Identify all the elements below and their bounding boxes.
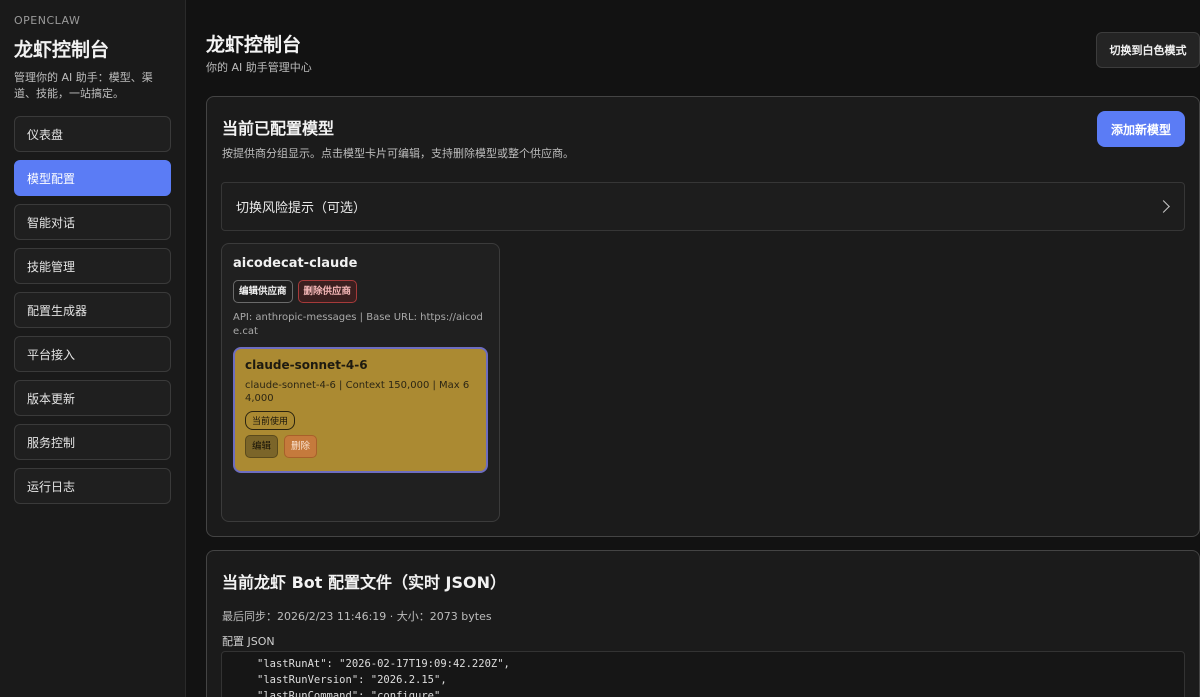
provider-name: aicodecat-claude xyxy=(233,256,358,271)
json-line: "lastRunVersion": "2026.2.15", xyxy=(257,674,447,686)
main-content: 龙虾控制台 你的 AI 助手管理中心 切换到白色模式 当前已配置模型 按提供商分… xyxy=(186,0,1200,697)
model-card[interactable]: claude-sonnet-4-6 claude-sonnet-4-6 | Co… xyxy=(233,347,488,473)
sidebar-title: 龙虾控制台 xyxy=(14,39,110,61)
sidebar-item-platforms[interactable]: 平台接入 xyxy=(14,336,171,372)
current-use-badge: 当前使用 xyxy=(245,411,296,430)
delete-provider-button[interactable]: 删除供应商 xyxy=(297,280,358,303)
sidebar-description: 管理你的 AI 助手：模型、渠道、技能，一站搞定。 xyxy=(14,71,153,100)
json-label: 配置 JSON xyxy=(222,635,275,648)
sidebar: OPENCLAW 龙虾控制台 管理你的 AI 助手：模型、渠道、技能，一站搞定。… xyxy=(0,0,186,697)
theme-toggle-button[interactable]: 切换到白色模式 xyxy=(1096,32,1200,68)
app-root: OPENCLAW 龙虾控制台 管理你的 AI 助手：模型、渠道、技能，一站搞定。… xyxy=(0,0,1200,697)
delete-model-button[interactable]: 删除 xyxy=(284,435,318,458)
sidebar-item-model-config[interactable]: 模型配置 xyxy=(14,160,171,196)
risk-notice-label: 切换风险提示（可选） xyxy=(236,201,367,216)
model-actions: 编辑 删除 xyxy=(245,435,476,458)
page-subtitle: 你的 AI 助手管理中心 xyxy=(206,61,312,74)
provider-card: aicodecat-claude 编辑供应商 删除供应商 API: anthro… xyxy=(221,243,500,522)
risk-notice-toggle[interactable]: 切换风险提示（可选） xyxy=(221,182,1185,231)
sidebar-item-chat[interactable]: 智能对话 xyxy=(14,204,171,240)
json-panel-title: 当前龙虾 Bot 配置文件（实时 JSON） xyxy=(222,573,507,592)
add-model-button[interactable]: 添加新模型 xyxy=(1097,111,1185,147)
edit-model-button[interactable]: 编辑 xyxy=(245,435,279,458)
json-line: "lastRunAt": "2026-02-17T19:09:42.220Z", xyxy=(257,658,510,670)
json-line: "lastRunCommand": "configure", xyxy=(257,690,447,697)
sidebar-item-updates[interactable]: 版本更新 xyxy=(14,380,171,416)
chevron-right-icon xyxy=(1157,200,1170,213)
json-editor[interactable]: "lastRunAt": "2026-02-17T19:09:42.220Z",… xyxy=(221,651,1185,697)
page-header: 龙虾控制台 你的 AI 助手管理中心 切换到白色模式 xyxy=(206,0,1200,96)
sidebar-item-dashboard[interactable]: 仪表盘 xyxy=(14,116,171,152)
json-sync-info: 最后同步：2026/2/23 11:46:19 · 大小：2073 bytes xyxy=(222,610,492,623)
model-name: claude-sonnet-4-6 xyxy=(245,358,368,372)
provider-actions: 编辑供应商 删除供应商 xyxy=(233,280,488,303)
sidebar-item-config-generator[interactable]: 配置生成器 xyxy=(14,292,171,328)
brand-label: OPENCLAW xyxy=(14,14,81,27)
page-title: 龙虾控制台 xyxy=(206,34,302,56)
model-meta: claude-sonnet-4-6 | Context 150,000 | Ma… xyxy=(245,380,470,404)
edit-provider-button[interactable]: 编辑供应商 xyxy=(233,280,293,303)
sidebar-item-skills[interactable]: 技能管理 xyxy=(14,248,171,284)
json-config-panel: 当前龙虾 Bot 配置文件（实时 JSON） 最后同步：2026/2/23 11… xyxy=(206,550,1200,697)
sidebar-nav: 仪表盘 模型配置 智能对话 技能管理 配置生成器 平台接入 版本更新 服务控制 … xyxy=(14,116,171,504)
models-panel: 当前已配置模型 按提供商分组显示。点击模型卡片可编辑，支持删除模型或整个供应商。… xyxy=(206,96,1200,537)
models-panel-description: 按提供商分组显示。点击模型卡片可编辑，支持删除模型或整个供应商。 xyxy=(222,147,574,160)
provider-meta: API: anthropic-messages | Base URL: http… xyxy=(233,312,483,337)
sidebar-item-logs[interactable]: 运行日志 xyxy=(14,468,171,504)
models-panel-title: 当前已配置模型 xyxy=(222,119,335,138)
sidebar-item-service-control[interactable]: 服务控制 xyxy=(14,424,171,460)
